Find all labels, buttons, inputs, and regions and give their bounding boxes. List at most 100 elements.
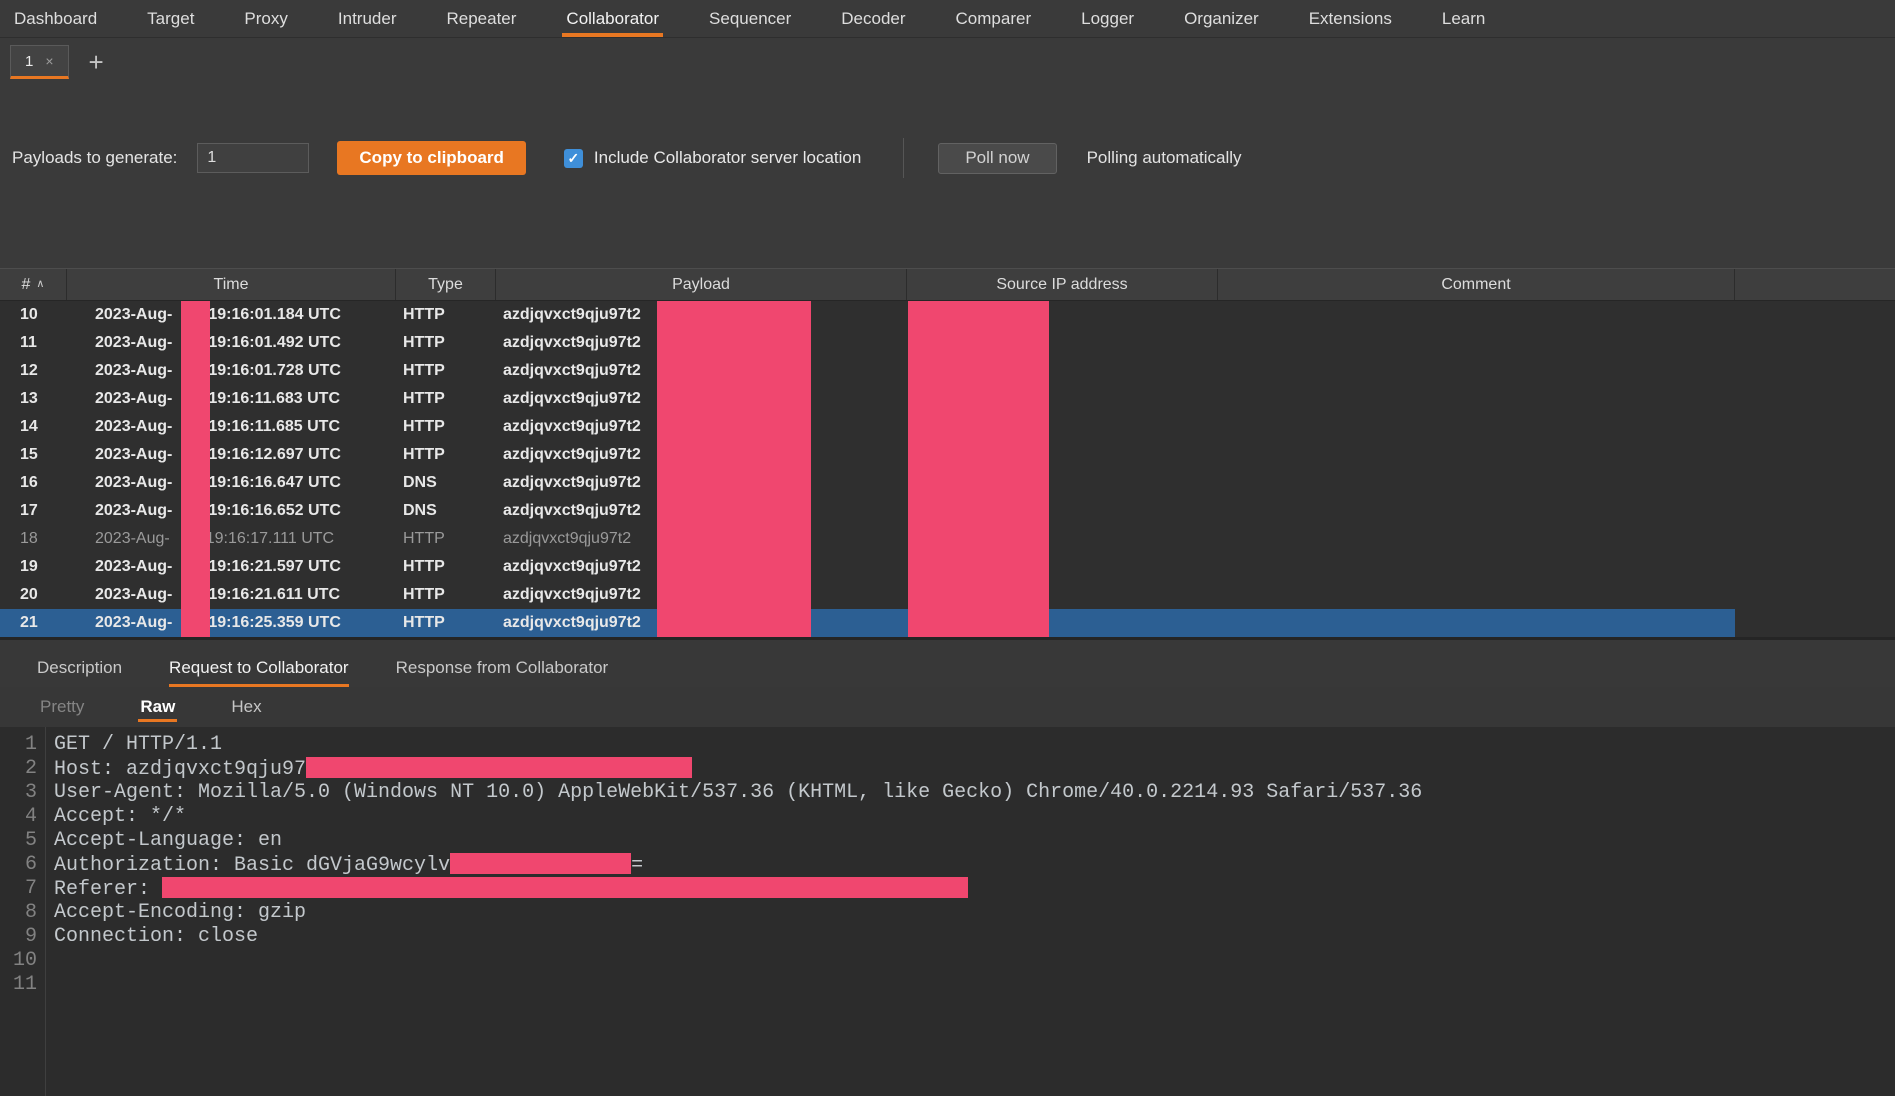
menu-item-logger[interactable]: Logger — [1081, 0, 1134, 37]
menu-item-target[interactable]: Target — [147, 0, 194, 37]
redaction-inline — [162, 877, 969, 898]
cell-comment — [1218, 609, 1735, 637]
cell-time: 2023-Aug- 19:16:11.683 UTC — [67, 385, 396, 413]
menu-item-dashboard[interactable]: Dashboard — [14, 0, 97, 37]
column-header-payload[interactable]: Payload — [496, 269, 907, 300]
cell-time: 2023-Aug- 19:16:17.111 UTC — [67, 525, 396, 553]
cell-timestamp: 19:16:21.611 UTC — [208, 586, 340, 603]
panel-divider[interactable] — [0, 637, 1895, 649]
editor-tab-raw[interactable]: Raw — [138, 687, 178, 727]
cell-time: 2023-Aug- 19:16:01.728 UTC — [67, 357, 396, 385]
cell-timestamp: 19:16:21.597 UTC — [208, 558, 341, 575]
cell-timestamp: 19:16:11.685 UTC — [208, 418, 340, 435]
redaction-overlay-date — [181, 301, 210, 637]
line-number: 3 — [24, 781, 37, 804]
column-header-time[interactable]: Time — [67, 269, 396, 300]
detail-tab-description[interactable]: Description — [37, 649, 122, 687]
cell-id: 18 — [20, 530, 38, 547]
menu-item-organizer[interactable]: Organizer — [1184, 0, 1259, 37]
cell-type: DNS — [403, 474, 437, 491]
cell-date: 2023-Aug- — [95, 530, 170, 547]
line-number: 5 — [24, 829, 37, 852]
cell-time: 2023-Aug- 19:16:25.359 UTC — [67, 609, 396, 637]
cell-type: HTTP — [403, 614, 445, 631]
editor-line: Connection: close — [54, 925, 1895, 949]
redaction-overlay-payload — [657, 301, 811, 637]
menu-item-intruder[interactable]: Intruder — [338, 0, 397, 37]
menu-item-repeater[interactable]: Repeater — [446, 0, 516, 37]
table-body: 10 2023-Aug- 19:16:01.184 UTC HTTP azdjqvxct… — [0, 301, 1895, 637]
cell-comment — [1218, 329, 1735, 357]
column-label: Source IP address — [996, 275, 1128, 293]
close-icon[interactable]: × — [45, 53, 53, 69]
menu-item-extensions[interactable]: Extensions — [1309, 0, 1392, 37]
line-number: 11 — [12, 973, 37, 996]
editor-tab-pretty[interactable]: Pretty — [40, 687, 84, 727]
message-editor-tab-bar: Pretty Raw Hex — [0, 687, 1895, 727]
cell-extra — [1735, 581, 1895, 609]
controls-row: Payloads to generate: Copy to clipboard … — [0, 138, 1895, 178]
collaborator-tab-strip: 1 × + — [0, 38, 1895, 86]
cell-comment — [1218, 301, 1735, 329]
cell-extra — [1735, 553, 1895, 581]
add-tab-icon[interactable]: + — [89, 49, 104, 75]
payloads-count-input[interactable] — [197, 143, 310, 173]
cell-id: 12 — [20, 362, 38, 379]
detail-tab-bar: Description Request to Collaborator Respon… — [0, 649, 1895, 687]
menu-item-sequencer[interactable]: Sequencer — [709, 0, 791, 37]
collaborator-tab-1[interactable]: 1 × — [10, 45, 69, 79]
cell-type: HTTP — [403, 334, 445, 351]
cell-extra — [1735, 301, 1895, 329]
detail-tab-response-from-collaborator[interactable]: Response from Collaborator — [396, 649, 609, 687]
cell-date: 2023-Aug- — [95, 334, 173, 351]
line-number: 10 — [12, 949, 37, 972]
column-header-type[interactable]: Type — [396, 269, 496, 300]
menu-item-collaborator[interactable]: Collaborator — [562, 0, 663, 37]
cell-id: 17 — [20, 502, 38, 519]
editor-text: = — [631, 854, 644, 877]
include-server-location-label: Include Collaborator server location — [593, 148, 862, 167]
menu-item-learn[interactable]: Learn — [1442, 0, 1485, 37]
cell-date: 2023-Aug- — [95, 446, 173, 463]
editor-tab-hex[interactable]: Hex — [231, 687, 261, 727]
cell-extra — [1735, 413, 1895, 441]
cell-date: 2023-Aug- — [95, 558, 173, 575]
cell-id: 11 — [20, 334, 37, 351]
menu-bar: Dashboard Target Proxy Intruder Repeater Coll… — [0, 0, 1895, 38]
cell-timestamp: 19:16:25.359 UTC — [208, 614, 341, 631]
menu-item-comparer[interactable]: Comparer — [956, 0, 1032, 37]
cell-date: 2023-Aug- — [95, 390, 173, 407]
cell-timestamp: 19:16:01.728 UTC — [208, 362, 341, 379]
editor-text: Accept-Language: en — [54, 829, 283, 852]
cell-extra — [1735, 357, 1895, 385]
request-editor[interactable]: 1 2 3 4 5 6 7 8 9 10 11 GET / HTTP/1.1 Host: azdjqv… — [0, 727, 1895, 1096]
column-header--[interactable]: # ∧ — [0, 269, 67, 300]
column-header-source-ip-address[interactable]: Source IP address — [907, 269, 1218, 300]
editor-line: Host: azdjqvxct9qju97 — [54, 757, 1895, 781]
poll-now-button[interactable]: Poll now — [938, 142, 1057, 174]
line-number: 2 — [24, 757, 37, 780]
cell-comment — [1218, 413, 1735, 441]
cell-id: 10 — [20, 306, 38, 323]
copy-to-clipboard-button[interactable]: Copy to clipboard — [337, 141, 526, 175]
interactions-table: # ∧ Time Type Payload Source IP address Commen… — [0, 268, 1895, 637]
line-number: 4 — [24, 805, 37, 828]
menu-item-decoder[interactable]: Decoder — [841, 0, 905, 37]
menu-item-proxy[interactable]: Proxy — [244, 0, 287, 37]
detail-tab-request-to-collaborator[interactable]: Request to Collaborator — [169, 649, 349, 687]
redaction-inline — [306, 757, 693, 778]
column-header-comment[interactable]: Comment — [1218, 269, 1735, 300]
cell-date: 2023-Aug- — [95, 474, 173, 491]
cell-date: 2023-Aug- — [95, 586, 173, 603]
line-number: 9 — [24, 925, 37, 948]
cell-time: 2023-Aug- 19:16:12.697 UTC — [67, 441, 396, 469]
include-server-location-checkbox[interactable]: ✓ — [563, 148, 583, 168]
cell-extra — [1735, 329, 1895, 357]
line-number: 7 — [24, 877, 37, 900]
cell-comment — [1218, 469, 1735, 497]
cell-id: 13 — [20, 390, 38, 407]
cell-timestamp: 19:16:17.111 UTC — [205, 530, 335, 547]
editor-line: Authorization: Basic dGVjaG9wcylv = — [54, 853, 1895, 877]
